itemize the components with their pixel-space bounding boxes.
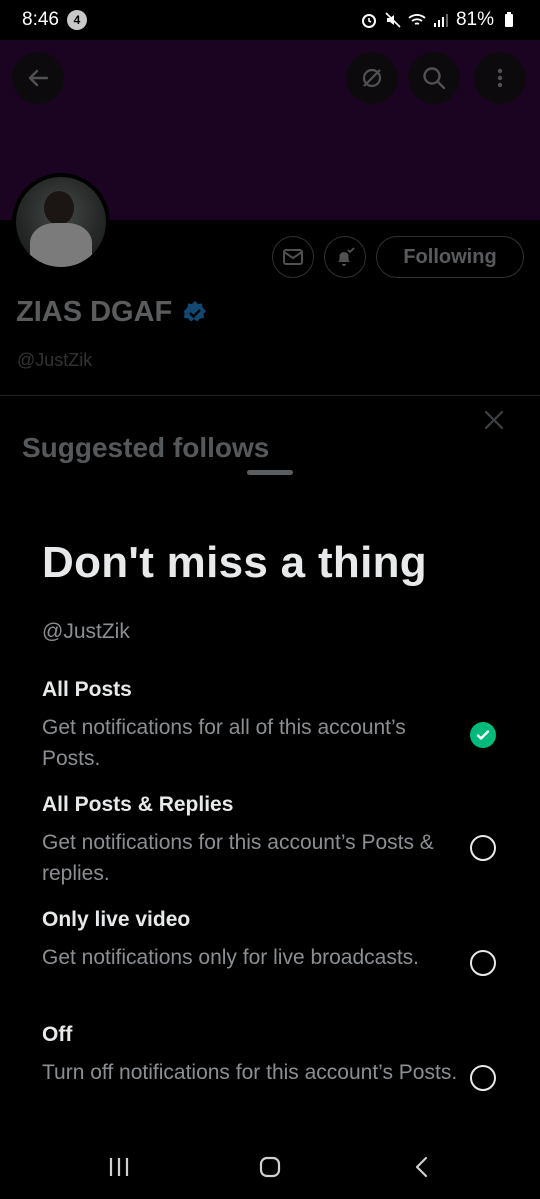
option-all-posts[interactable]: All Posts Get notifications for all of t… <box>42 678 512 774</box>
search-button[interactable] <box>408 52 460 104</box>
back-button[interactable] <box>12 52 64 104</box>
more-vertical-icon <box>497 68 503 88</box>
option-description: Turn off notifications for this account’… <box>42 1061 458 1084</box>
option-all-posts-replies[interactable]: All Posts & Replies Get notifications fo… <box>42 793 512 889</box>
back-nav-button[interactable] <box>406 1151 438 1183</box>
alarm-icon <box>361 14 376 28</box>
status-icons: 81% <box>360 9 518 31</box>
sheet-title: Don't miss a thing <box>42 538 427 587</box>
message-button[interactable] <box>272 236 314 278</box>
following-button[interactable]: Following <box>376 236 524 278</box>
option-only-live-video[interactable]: Only live video Get notifications only f… <box>42 908 512 976</box>
option-description: Get notifications for this account’s Pos… <box>42 831 434 885</box>
check-icon <box>476 730 490 740</box>
option-description: Get notifications only for live broadcas… <box>42 946 420 969</box>
more-button[interactable] <box>474 52 526 104</box>
wifi-icon <box>408 14 426 25</box>
verified-badge-icon <box>184 300 207 321</box>
mute-icon <box>385 12 401 28</box>
option-title: All Posts <box>42 678 132 701</box>
sheet-grabber[interactable] <box>247 470 293 475</box>
search-icon <box>423 67 446 90</box>
notification-count-badge: 4 <box>66 10 87 30</box>
home-icon <box>259 1156 281 1178</box>
envelope-icon <box>283 249 303 265</box>
option-title: Only live video <box>42 908 191 931</box>
notification-sheet: Suggested follows Don't miss a thing @Ju… <box>0 396 540 1199</box>
option-title: Off <box>42 1023 73 1046</box>
chevron-left-icon <box>415 1156 428 1178</box>
signal-icon <box>433 14 448 27</box>
avatar-photo <box>16 177 106 267</box>
radio-selected[interactable] <box>470 722 496 748</box>
recent-apps-icon <box>109 1158 129 1176</box>
status-time: 8:46 <box>22 9 59 30</box>
option-description: Get notifications for all of this accoun… <box>42 716 406 770</box>
grok-button[interactable] <box>346 52 398 104</box>
option-title: All Posts & Replies <box>42 793 234 816</box>
status-bar: 8:46 4 81% <box>0 0 540 40</box>
arrow-left-icon <box>28 69 49 87</box>
battery-percent: 81% <box>455 9 494 30</box>
profile-name: ZIAS DGAF <box>16 296 173 328</box>
radio-unselected[interactable] <box>470 835 496 861</box>
sheet-handle: @JustZik <box>42 620 130 643</box>
radio-unselected[interactable] <box>470 950 496 976</box>
profile-handle: @JustZik <box>17 350 93 370</box>
suggested-follows-label: Suggested follows <box>22 432 270 463</box>
profile-name-row: ZIAS DGAF <box>16 296 208 329</box>
profile-avatar[interactable] <box>12 173 110 271</box>
notify-button[interactable] <box>324 236 366 278</box>
radio-unselected[interactable] <box>470 1065 496 1091</box>
system-nav-bar <box>0 1133 540 1199</box>
battery-icon <box>505 12 513 27</box>
close-icon[interactable] <box>482 408 506 432</box>
option-off[interactable]: Off Turn off notifications for this acco… <box>42 1023 512 1091</box>
home-button[interactable] <box>254 1151 286 1183</box>
grok-icon <box>362 68 382 88</box>
recent-apps-button[interactable] <box>103 1151 135 1183</box>
bell-check-icon <box>338 247 355 266</box>
